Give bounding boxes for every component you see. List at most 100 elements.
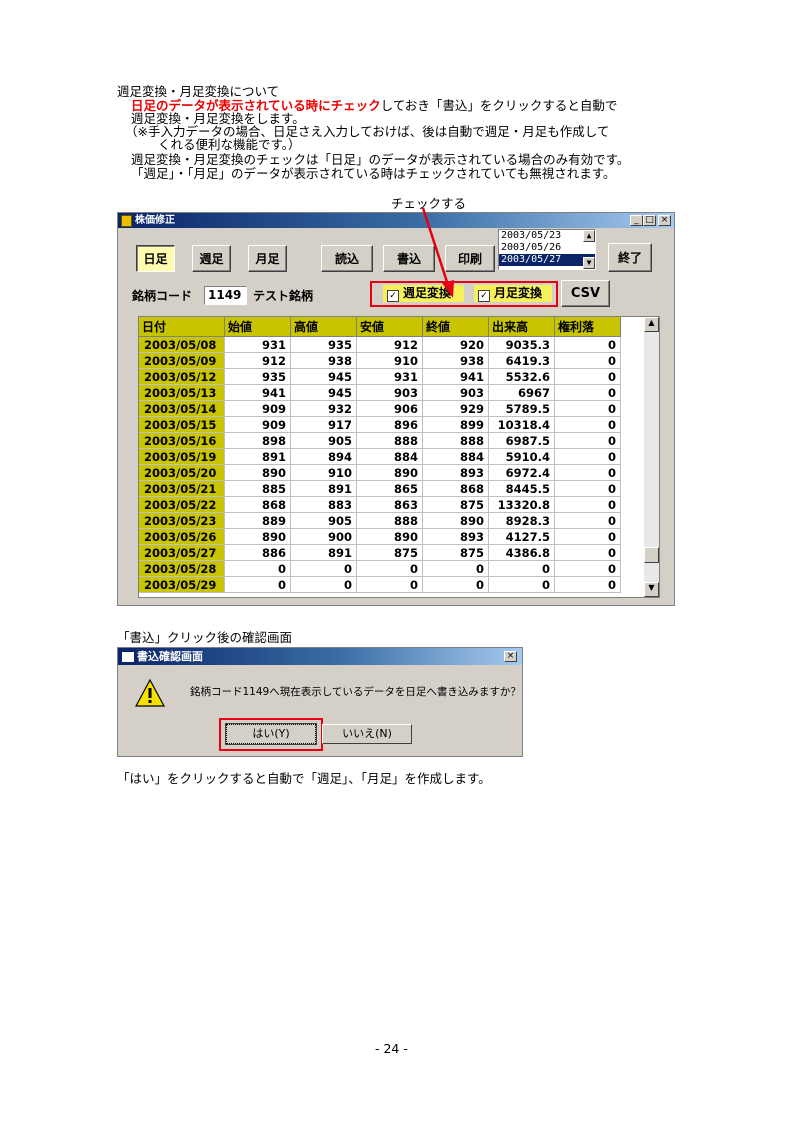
value-cell[interactable]: 935: [224, 368, 291, 385]
value-cell[interactable]: 863: [356, 496, 423, 513]
value-cell[interactable]: 941: [422, 368, 489, 385]
value-cell[interactable]: 890: [422, 512, 489, 529]
value-cell[interactable]: 884: [356, 448, 423, 465]
read-button[interactable]: 読込: [321, 245, 373, 272]
checkmark-icon[interactable]: ✓: [387, 290, 399, 302]
value-cell[interactable]: 0: [554, 528, 621, 545]
value-cell[interactable]: 6987.5: [488, 432, 555, 449]
value-cell[interactable]: 884: [422, 448, 489, 465]
weekly-button[interactable]: 週足: [192, 245, 231, 272]
table-row[interactable]: 2003/05/19 891 894 884 884 5910.4 0: [139, 448, 621, 465]
column-header[interactable]: 安値: [356, 317, 423, 337]
scroll-thumb[interactable]: [644, 547, 659, 563]
value-cell[interactable]: 938: [290, 352, 357, 369]
date-option-selected[interactable]: 2003/05/27: [499, 254, 595, 266]
table-row[interactable]: 2003/05/20 890 910 890 893 6972.4 0: [139, 464, 621, 481]
value-cell[interactable]: 945: [290, 368, 357, 385]
column-header[interactable]: 出来高: [488, 317, 555, 337]
date-option[interactable]: 2003/05/23: [499, 230, 595, 242]
value-cell[interactable]: 0: [422, 576, 489, 593]
grid-scrollbar[interactable]: ▲ ▼: [644, 317, 659, 597]
value-cell[interactable]: 917: [290, 416, 357, 433]
table-row[interactable]: 2003/05/26 890 900 890 893 4127.5 0: [139, 528, 621, 545]
value-cell[interactable]: 885: [224, 480, 291, 497]
value-cell[interactable]: 888: [356, 432, 423, 449]
code-input[interactable]: 1149: [204, 286, 247, 305]
value-cell[interactable]: 893: [422, 464, 489, 481]
value-cell[interactable]: 4386.8: [488, 544, 555, 561]
table-row[interactable]: 2003/05/27 886 891 875 875 4386.8 0: [139, 544, 621, 561]
value-cell[interactable]: 0: [224, 576, 291, 593]
value-cell[interactable]: 938: [422, 352, 489, 369]
value-cell[interactable]: 890: [224, 528, 291, 545]
checkmark-icon[interactable]: ✓: [478, 290, 490, 302]
table-row[interactable]: 2003/05/23 889 905 888 890 8928.3 0: [139, 512, 621, 529]
value-cell[interactable]: 0: [554, 400, 621, 417]
value-cell[interactable]: 932: [290, 400, 357, 417]
value-cell[interactable]: 0: [554, 448, 621, 465]
value-cell[interactable]: 0: [554, 432, 621, 449]
value-cell[interactable]: 0: [554, 480, 621, 497]
date-cell[interactable]: 2003/05/29: [139, 576, 225, 593]
value-cell[interactable]: 0: [554, 464, 621, 481]
value-cell[interactable]: 941: [224, 384, 291, 401]
value-cell[interactable]: 0: [356, 576, 423, 593]
value-cell[interactable]: 894: [290, 448, 357, 465]
value-cell[interactable]: 0: [554, 512, 621, 529]
value-cell[interactable]: 13320.8: [488, 496, 555, 513]
date-cell[interactable]: 2003/05/08: [139, 336, 225, 353]
scroll-up-icon[interactable]: ▲: [583, 230, 595, 242]
value-cell[interactable]: 6972.4: [488, 464, 555, 481]
value-cell[interactable]: 912: [356, 336, 423, 353]
close-icon[interactable]: ×: [658, 215, 671, 226]
date-cell[interactable]: 2003/05/16: [139, 432, 225, 449]
yes-button[interactable]: はい(Y): [225, 723, 317, 745]
value-cell[interactable]: 0: [554, 384, 621, 401]
value-cell[interactable]: 0: [488, 560, 555, 577]
value-cell[interactable]: 0: [224, 560, 291, 577]
value-cell[interactable]: 888: [422, 432, 489, 449]
value-cell[interactable]: 898: [224, 432, 291, 449]
value-cell[interactable]: 0: [290, 560, 357, 577]
value-cell[interactable]: 8445.5: [488, 480, 555, 497]
table-row[interactable]: 2003/05/12 935 945 931 941 5532.6 0: [139, 368, 621, 385]
value-cell[interactable]: 0: [554, 576, 621, 593]
table-row[interactable]: 2003/05/28 0 0 0 0 0 0: [139, 560, 621, 577]
value-cell[interactable]: 883: [290, 496, 357, 513]
date-cell[interactable]: 2003/05/09: [139, 352, 225, 369]
date-cell[interactable]: 2003/05/15: [139, 416, 225, 433]
value-cell[interactable]: 875: [422, 496, 489, 513]
close-icon[interactable]: ×: [504, 651, 517, 662]
table-row[interactable]: 2003/05/21 885 891 865 868 8445.5 0: [139, 480, 621, 497]
date-cell[interactable]: 2003/05/12: [139, 368, 225, 385]
value-cell[interactable]: 909: [224, 400, 291, 417]
scroll-up-icon[interactable]: ▲: [644, 317, 659, 332]
value-cell[interactable]: 905: [290, 432, 357, 449]
value-cell[interactable]: 920: [422, 336, 489, 353]
price-grid[interactable]: 日付 始値 高値 安値 終値 出来高 権利落 2003/05/08 931 935 9…: [138, 316, 660, 598]
monthly-convert-checkbox[interactable]: ✓ 月足変換: [474, 285, 552, 302]
value-cell[interactable]: 890: [356, 528, 423, 545]
value-cell[interactable]: 912: [224, 352, 291, 369]
minimize-icon[interactable]: _: [630, 215, 643, 226]
value-cell[interactable]: 0: [554, 336, 621, 353]
value-cell[interactable]: 891: [290, 544, 357, 561]
date-cell[interactable]: 2003/05/23: [139, 512, 225, 529]
value-cell[interactable]: 875: [356, 544, 423, 561]
maximize-icon[interactable]: □: [643, 215, 656, 226]
value-cell[interactable]: 4127.5: [488, 528, 555, 545]
monthly-button[interactable]: 月足: [248, 245, 287, 272]
value-cell[interactable]: 896: [356, 416, 423, 433]
value-cell[interactable]: 0: [554, 416, 621, 433]
date-listbox[interactable]: 2003/05/23 2003/05/26 2003/05/27 ▲ ▼: [498, 229, 596, 270]
value-cell[interactable]: 891: [224, 448, 291, 465]
value-cell[interactable]: 903: [356, 384, 423, 401]
table-row[interactable]: 2003/05/09 912 938 910 938 6419.3 0: [139, 352, 621, 369]
value-cell[interactable]: 0: [356, 560, 423, 577]
value-cell[interactable]: 875: [422, 544, 489, 561]
value-cell[interactable]: 5910.4: [488, 448, 555, 465]
value-cell[interactable]: 9035.3: [488, 336, 555, 353]
column-header[interactable]: 終値: [422, 317, 489, 337]
value-cell[interactable]: 891: [290, 480, 357, 497]
date-cell[interactable]: 2003/05/19: [139, 448, 225, 465]
